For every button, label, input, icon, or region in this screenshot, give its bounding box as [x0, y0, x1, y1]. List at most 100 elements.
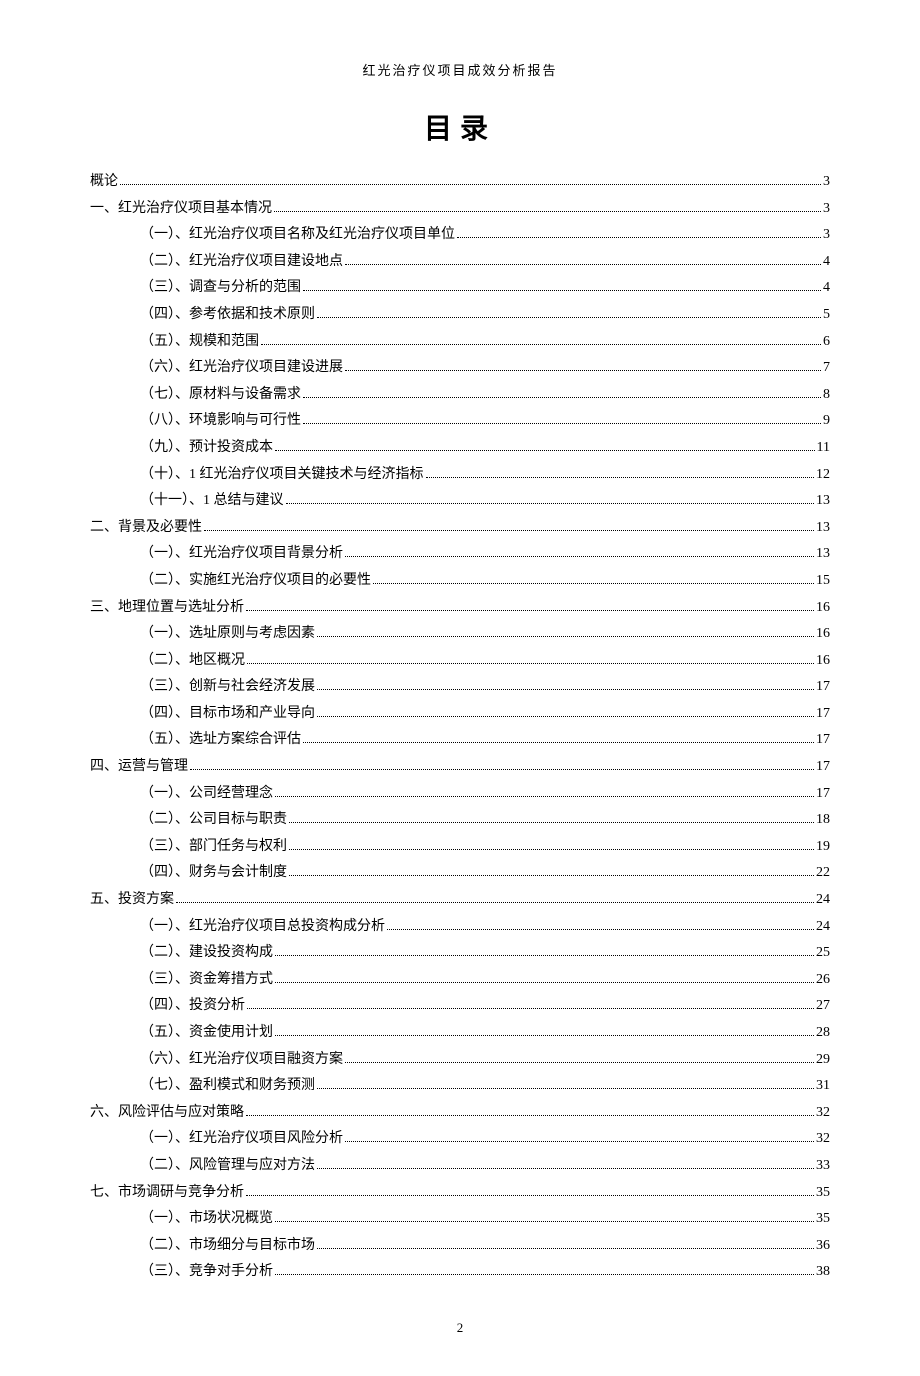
toc-leader-dots [289, 822, 814, 823]
toc-entry: （三）、创新与社会经济发展17 [90, 674, 830, 701]
toc-leader-dots [275, 1035, 814, 1036]
toc-entry-page: 28 [816, 1020, 830, 1047]
toc-leader-dots [303, 397, 821, 398]
toc-entry-page: 16 [816, 595, 830, 622]
toc-entry-page: 5 [823, 302, 830, 329]
toc-leader-dots [345, 1141, 814, 1142]
toc-entry-page: 31 [816, 1073, 830, 1100]
toc-entry: （一）、红光治疗仪项目名称及红光治疗仪项目单位3 [90, 222, 830, 249]
toc-entry: （二）、市场细分与目标市场 36 [90, 1233, 830, 1260]
toc-entry: 一、红光治疗仪项目基本情况3 [90, 196, 830, 223]
toc-leader-dots [317, 1248, 814, 1249]
toc-entry: （二）、红光治疗仪项目建设地点4 [90, 249, 830, 276]
toc-entry-label: （七）、盈利模式和财务预测 [90, 1073, 315, 1100]
toc-entry-page: 17 [816, 674, 830, 701]
page-number: 2 [90, 1320, 830, 1336]
toc-entry: （四）、目标市场和产业导向17 [90, 701, 830, 728]
toc-entry-label: （五）、资金使用计划 [90, 1020, 273, 1047]
toc-entry-page: 17 [816, 727, 830, 754]
toc-entry-label: （六）、红光治疗仪项目融资方案 [90, 1047, 343, 1074]
toc-leader-dots [204, 530, 814, 531]
toc-leader-dots [176, 902, 814, 903]
toc-entry: （九）、预计投资成本11 [90, 435, 830, 462]
toc-entry: （一）、市场状况概览 35 [90, 1206, 830, 1233]
toc-entry-label: （二）、市场细分与目标市场 [90, 1233, 315, 1260]
toc-leader-dots [275, 450, 815, 451]
toc-entry-page: 11 [817, 435, 830, 462]
toc-entry-page: 6 [823, 329, 830, 356]
toc-entry-page: 9 [823, 408, 830, 435]
toc-entry-label: （三）、资金筹措方式 [90, 967, 273, 994]
toc-entry-page: 12 [816, 462, 830, 489]
toc-entry-page: 25 [816, 940, 830, 967]
toc-entry-page: 36 [816, 1233, 830, 1260]
toc-entry-page: 4 [823, 249, 830, 276]
toc-entry-label: （三）、调查与分析的范围 [90, 275, 301, 302]
toc-entry-label: （三）、竞争对手分析 [90, 1259, 273, 1286]
toc-entry-page: 38 [816, 1259, 830, 1286]
toc-entry-label: （一）、市场状况概览 [90, 1206, 273, 1233]
toc-entry-label: （二）、风险管理与应对方法 [90, 1153, 315, 1180]
toc-leader-dots [275, 955, 814, 956]
toc-leader-dots [275, 982, 814, 983]
toc-entry: （六）、红光治疗仪项目建设进展7 [90, 355, 830, 382]
toc-entry-label: 六、风险评估与应对策略 [90, 1100, 244, 1127]
toc-leader-dots [317, 716, 814, 717]
toc-leader-dots [345, 370, 821, 371]
toc-entry-label: 概论 [90, 169, 118, 196]
toc-entry-page: 22 [816, 860, 830, 887]
toc-entry: 四、运营与管理17 [90, 754, 830, 781]
toc-leader-dots [247, 1008, 814, 1009]
toc-entry-label: （一）、红光治疗仪项目总投资构成分析 [90, 914, 385, 941]
toc-entry: （一）、红光治疗仪项目总投资构成分析24 [90, 914, 830, 941]
toc-entry: 五、投资方案 24 [90, 887, 830, 914]
toc-leader-dots [275, 1274, 814, 1275]
toc-entry-page: 27 [816, 993, 830, 1020]
toc-leader-dots [387, 929, 814, 930]
toc-entry-label: 七、市场调研与竞争分析 [90, 1180, 244, 1207]
toc-leader-dots [246, 610, 814, 611]
toc-leader-dots [345, 556, 814, 557]
toc-entry: （五）、规模和范围6 [90, 329, 830, 356]
toc-entry-label: （一）、红光治疗仪项目背景分析 [90, 541, 343, 568]
toc-entry-page: 35 [816, 1206, 830, 1233]
toc-entry-label: （四）、投资分析 [90, 993, 245, 1020]
toc-entry: （二）、建设投资构成 25 [90, 940, 830, 967]
toc-entry: （二）、实施红光治疗仪项目的必要性15 [90, 568, 830, 595]
toc-leader-dots [247, 663, 814, 664]
toc-entry-page: 3 [823, 196, 830, 223]
toc-entry: （一）、选址原则与考虑因素16 [90, 621, 830, 648]
toc-entry: （一）、红光治疗仪项目风险分析 32 [90, 1126, 830, 1153]
toc-entry-page: 7 [823, 355, 830, 382]
toc-leader-dots [303, 290, 821, 291]
toc-leader-dots [246, 1195, 814, 1196]
toc-leader-dots [120, 184, 821, 185]
toc-entry-label: （五）、选址方案综合评估 [90, 727, 301, 754]
toc-entry-label: （二）、实施红光治疗仪项目的必要性 [90, 568, 371, 595]
toc-leader-dots [345, 1062, 814, 1063]
toc-entry-label: （四）、财务与会计制度 [90, 860, 287, 887]
toc-entry-label: （二）、公司目标与职责 [90, 807, 287, 834]
toc-entry-page: 24 [816, 887, 830, 914]
toc-entry: （五）、资金使用计划 28 [90, 1020, 830, 1047]
toc-entry-label: 五、投资方案 [90, 887, 174, 914]
toc-entry-label: （三）、部门任务与权利 [90, 834, 287, 861]
toc-entry: （二）、地区概况16 [90, 648, 830, 675]
toc-entry-label: 三、地理位置与选址分析 [90, 595, 244, 622]
toc-entry-page: 32 [816, 1126, 830, 1153]
toc-entry-label: （一）、红光治疗仪项目风险分析 [90, 1126, 343, 1153]
toc-leader-dots [190, 769, 814, 770]
toc-entry: （六）、红光治疗仪项目融资方案29 [90, 1047, 830, 1074]
toc-entry-label: （四）、目标市场和产业导向 [90, 701, 315, 728]
toc-entry: （七）、盈利模式和财务预测 31 [90, 1073, 830, 1100]
toc-entry-page: 19 [816, 834, 830, 861]
toc-entry-label: （二）、建设投资构成 [90, 940, 273, 967]
toc-entry-page: 17 [816, 754, 830, 781]
toc-entry-page: 16 [816, 648, 830, 675]
toc-entry-page: 18 [816, 807, 830, 834]
toc-leader-dots [289, 849, 814, 850]
toc-entry-label: （十）、1 红光治疗仪项目关键技术与经济指标 [90, 462, 424, 489]
toc-leader-dots [275, 1221, 814, 1222]
toc-title: 目录 [90, 107, 830, 147]
toc-entry: （八）、环境影响与可行性9 [90, 408, 830, 435]
